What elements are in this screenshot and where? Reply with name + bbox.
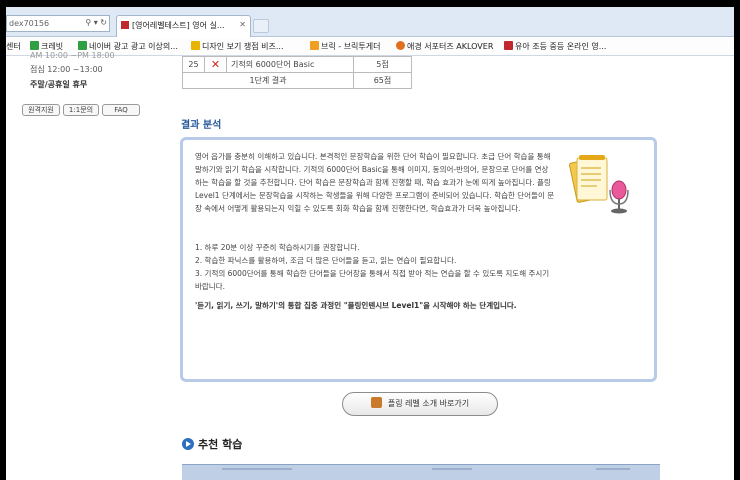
favorites-bar: 센터 크레빗 네이버 광고 광고 이상의... 디자인 보기 쟁점 비즈... … bbox=[6, 38, 734, 56]
recommend-section-title: 추천 학습 bbox=[182, 436, 242, 452]
new-tab-button[interactable] bbox=[253, 19, 269, 33]
summary-score: 65점 bbox=[353, 72, 412, 89]
browser-tabbar: dex70156 ⚲ ▾ ↻ [영어레벨테스트] 영어 실... ✕ bbox=[6, 7, 734, 37]
favorite-item[interactable]: 애경 서포터즈 AKLOVER bbox=[396, 41, 493, 52]
favicon-icon bbox=[504, 41, 513, 50]
recommend-title-text: 추천 학습 bbox=[198, 438, 243, 451]
hours-partial: AM 10:00 ~PM 18:00 bbox=[30, 51, 115, 60]
favicon-icon bbox=[191, 41, 200, 50]
item-score: 5점 bbox=[353, 56, 412, 73]
tab-close-icon[interactable]: ✕ bbox=[239, 20, 246, 29]
analysis-emphasis: '듣기, 읽기, 쓰기, 말하기'의 통합 집중 과정인 "플링인텐시브 Lev… bbox=[195, 301, 517, 310]
faq-button[interactable]: FAQ bbox=[102, 104, 140, 116]
favorite-item[interactable]: 디자인 보기 쟁점 비즈... bbox=[191, 41, 284, 52]
gingerbread-icon bbox=[370, 397, 382, 408]
score-table: 25 ✕ 기적의 6000단어 Basic 5점 1단계 결과 65점 bbox=[182, 56, 412, 89]
address-bar[interactable]: dex70156 ⚲ ▾ ↻ bbox=[6, 15, 110, 32]
level-intro-button[interactable]: 플링 레벨 소개 바로가기 bbox=[342, 392, 498, 416]
favicon-icon bbox=[78, 41, 87, 50]
holiday-text: 주말/공휴일 휴무 bbox=[30, 80, 88, 89]
site-favicon-icon bbox=[121, 21, 129, 29]
analysis-title: 결과 분석 bbox=[181, 120, 222, 131]
summary-row: 1단계 결과 65점 bbox=[182, 72, 412, 89]
browser-viewport: dex70156 ⚲ ▾ ↻ [영어레벨테스트] 영어 실... ✕ 센터 크레… bbox=[6, 7, 734, 480]
favorite-item[interactable]: 브릭 - 브릭투게더 bbox=[310, 41, 381, 52]
tip-item: 2. 학습한 파닉스를 활용하여, 조금 더 많은 단어들을 듣고, 읽는 연습… bbox=[195, 256, 457, 265]
question-number: 25 bbox=[182, 56, 205, 73]
tip-item: 3. 기적의 6000단어를 통해 학습한 단어들을 단어장을 통해서 직접 받… bbox=[195, 269, 550, 291]
analysis-box: 영어 읍가를 충분히 이해하고 있습니다. 본격적인 문장학습을 위한 단어 학… bbox=[180, 137, 657, 382]
document-microphone-illustration-icon bbox=[569, 155, 629, 214]
favorite-item[interactable]: 유아 조등 중등 온라인 영... bbox=[504, 41, 606, 52]
result-cell: ✕ bbox=[204, 56, 227, 73]
play-circle-icon bbox=[182, 438, 194, 450]
recommend-table-header bbox=[182, 464, 660, 480]
favicon-icon bbox=[396, 41, 405, 50]
table-row: 25 ✕ 기적의 6000단어 Basic 5점 bbox=[182, 56, 412, 73]
tip-item: 1. 하루 20분 이상 꾸준히 학습하시기를 권장합니다. bbox=[195, 243, 360, 252]
search-refresh-icons[interactable]: ⚲ ▾ ↻ bbox=[85, 18, 107, 27]
level-intro-label: 플링 레벨 소개 바로가기 bbox=[387, 399, 470, 408]
address-text: dex70156 bbox=[9, 19, 50, 28]
remote-support-button[interactable]: 원격지원 bbox=[22, 104, 60, 116]
favicon-icon bbox=[310, 41, 319, 50]
favicon-icon bbox=[30, 41, 39, 50]
lunch-hours: 점심 12:00 ~13:00 bbox=[30, 65, 103, 74]
inquiry-button[interactable]: 1:1문의 bbox=[63, 104, 99, 116]
analysis-paragraph: 영어 읍가를 충분히 이해하고 있습니다. 본격적인 문장학습을 위한 단어 학… bbox=[195, 152, 555, 213]
tab-active[interactable]: [영어레벨테스트] 영어 실... ✕ bbox=[116, 15, 251, 37]
wrong-x-icon: ✕ bbox=[210, 58, 221, 71]
favorite-item[interactable]: 센터 bbox=[6, 41, 21, 52]
item-name: 기적의 6000단어 Basic bbox=[226, 56, 354, 73]
summary-label: 1단계 결과 bbox=[182, 72, 354, 89]
tab-title: [영어레벨테스트] 영어 실... bbox=[132, 21, 225, 30]
